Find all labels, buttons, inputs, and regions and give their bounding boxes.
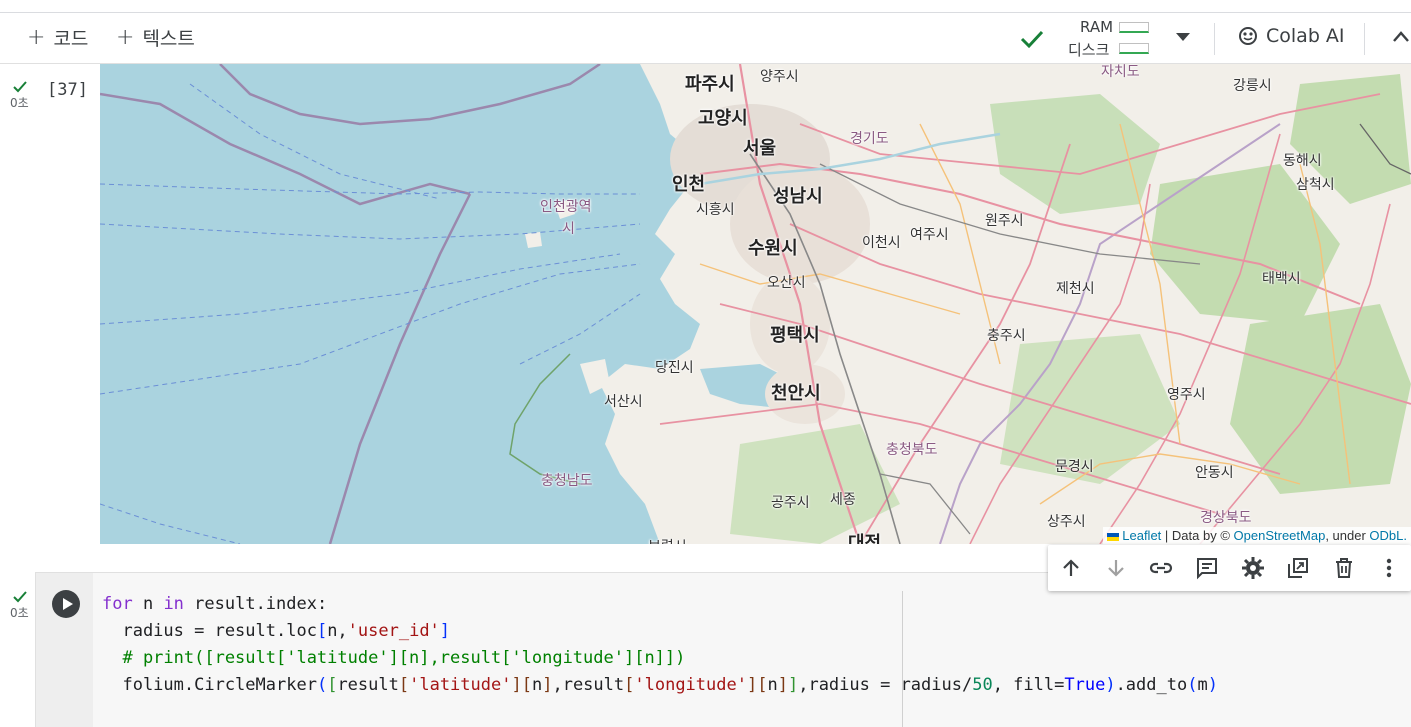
- disk-label: 디스크: [1068, 41, 1110, 59]
- code-line-3: # print([result['latitude'][n],result['l…: [102, 648, 686, 668]
- map-label-sangju: 상주시: [1047, 514, 1086, 530]
- map-label-donghae: 동해시: [1283, 153, 1322, 169]
- map-label-daejeon: 대전: [848, 533, 882, 544]
- notebook-toolbar: + 코드 + 텍스트 RAM 디스크 Colab AI: [0, 13, 1411, 64]
- map-label-dangjin: 당진시: [655, 360, 694, 376]
- colab-ai-button[interactable]: Colab AI: [1238, 25, 1345, 47]
- osm-link[interactable]: OpenStreetMap: [1234, 528, 1326, 543]
- code-line-2: radius = result.loc[n,'user_id']: [102, 621, 451, 641]
- cell1-exec-count: [37]: [47, 80, 88, 100]
- add-code-label: 코드: [53, 27, 89, 50]
- copy-cell-link-button[interactable]: [1147, 554, 1175, 582]
- map-label-seongnam: 성남시: [773, 186, 823, 207]
- mirror-cell-button[interactable]: [1284, 554, 1312, 582]
- plus-icon: +: [27, 24, 46, 50]
- more-vert-icon: [1386, 558, 1392, 578]
- map-label-cheonan: 천안시: [771, 383, 821, 404]
- code-cell[interactable]: for n in result.index: radius = result.l…: [35, 572, 1411, 727]
- map-label-andong: 안동시: [1195, 465, 1234, 481]
- add-text-label: 텍스트: [142, 27, 195, 50]
- code-editor[interactable]: for n in result.index: radius = result.l…: [102, 591, 1218, 699]
- chevron-up-icon[interactable]: [1392, 29, 1410, 43]
- chevron-down-icon[interactable]: [1176, 33, 1190, 41]
- add-comment-button[interactable]: [1193, 554, 1221, 582]
- map-label-gongju: 공주시: [771, 495, 810, 511]
- map-label-suwon: 수원시: [748, 238, 798, 259]
- connected-check-icon: [1020, 30, 1044, 49]
- code-line-4: folium.CircleMarker([result['latitude'][…: [102, 675, 1218, 695]
- ram-usage-bar: [1119, 22, 1149, 33]
- move-cell-up-button[interactable]: [1057, 554, 1085, 582]
- map-label-jecheon: 제천시: [1056, 281, 1095, 297]
- cell-success-check-icon: [13, 591, 27, 603]
- map-label-osan: 오산시: [767, 275, 806, 291]
- map-label-incheon: 인천: [672, 174, 706, 195]
- map-attribution: Leaflet | Data by © OpenStreetMap, under…: [1103, 527, 1411, 544]
- map-label-icheon: 이천시: [862, 235, 901, 251]
- leaflet-link[interactable]: Leaflet: [1122, 528, 1161, 543]
- map-label-chungnam: 충청남도: [541, 473, 593, 489]
- map-label-taebaek: 태백시: [1262, 271, 1301, 287]
- map-label-pyeongtaek: 평택시: [770, 325, 820, 346]
- map-label-wonju: 원주시: [985, 213, 1024, 229]
- gear-icon: [1242, 557, 1264, 579]
- attribution-data-by: | Data by ©: [1164, 528, 1230, 543]
- cell2-exec-time: 0초: [10, 606, 29, 620]
- map-label-yeongju: 영주시: [1167, 387, 1206, 403]
- disk-usage-bar: [1119, 43, 1149, 54]
- code-line-1: for n in result.index:: [102, 594, 328, 614]
- map-label-seoul: 서울: [743, 138, 777, 159]
- add-text-button[interactable]: + 텍스트: [116, 23, 195, 51]
- map-label-chungju: 충주시: [987, 328, 1026, 344]
- cell-run-column: [36, 573, 93, 727]
- arrow-down-icon: [1108, 560, 1124, 577]
- folium-map[interactable]: 파주시 양주시 고양시 서울 경기도 인천 인천광역 시 시흥시 성남시 수원시…: [100, 64, 1411, 544]
- map-label-incheon-metro: 인천광역: [540, 199, 592, 215]
- map-label-jachido: 자치도: [1101, 64, 1140, 80]
- delete-cell-button[interactable]: [1330, 554, 1358, 582]
- move-cell-down-button[interactable]: [1102, 554, 1130, 582]
- run-cell-button[interactable]: [52, 590, 80, 618]
- trash-icon: [1336, 558, 1352, 578]
- link-icon: [1149, 562, 1173, 574]
- toolbar-divider: [1214, 23, 1215, 55]
- comment-icon: [1197, 558, 1217, 580]
- arrow-up-icon: [1063, 559, 1079, 576]
- mirror-cell-icon: [1288, 558, 1308, 578]
- map-label-mungyeong: 문경시: [1055, 459, 1094, 475]
- add-code-button[interactable]: + 코드: [27, 23, 88, 51]
- ukraine-flag-icon: [1107, 532, 1120, 541]
- map-label-boryeong: 보령시: [648, 536, 687, 544]
- colab-ai-label: Colab AI: [1266, 25, 1345, 47]
- map-label-samcheok: 삼척시: [1296, 177, 1335, 193]
- cell-settings-button[interactable]: [1239, 554, 1267, 582]
- cell-success-check-icon: [13, 81, 27, 93]
- map-label-chungbuk: 충청북도: [886, 442, 938, 458]
- map-label-paju: 파주시: [685, 74, 735, 95]
- plus-icon: +: [116, 24, 135, 50]
- notebook-title-strip: [0, 0, 1411, 13]
- cell-toolbar: [1048, 545, 1411, 591]
- map-label-gyeongbuk: 경상북도: [1200, 510, 1252, 526]
- map-label-yeoju: 여주시: [910, 227, 949, 243]
- map-label-goyang: 고양시: [698, 108, 748, 129]
- map-label-incheon-metro-2: 시: [562, 221, 575, 237]
- ram-label: RAM: [1080, 18, 1114, 36]
- map-label-gyeonggi: 경기도: [850, 131, 889, 147]
- attribution-under: , under: [1325, 528, 1366, 543]
- odbl-link[interactable]: ODbL.: [1369, 528, 1407, 543]
- map-label-seosan: 서산시: [604, 394, 643, 410]
- code-line-ruler: [902, 591, 903, 727]
- map-label-sejong: 세종: [830, 492, 856, 508]
- resource-monitor[interactable]: RAM 디스크: [1012, 18, 1192, 59]
- map-label-siheung: 시흥시: [696, 202, 735, 218]
- map-label-yangju: 양주시: [760, 69, 799, 85]
- colab-ai-icon: [1239, 27, 1257, 45]
- toolbar-divider: [1364, 23, 1365, 55]
- more-actions-button[interactable]: [1375, 554, 1403, 582]
- map-label-gangneung: 강릉시: [1233, 78, 1272, 94]
- cell1-exec-time: 0초: [10, 96, 29, 110]
